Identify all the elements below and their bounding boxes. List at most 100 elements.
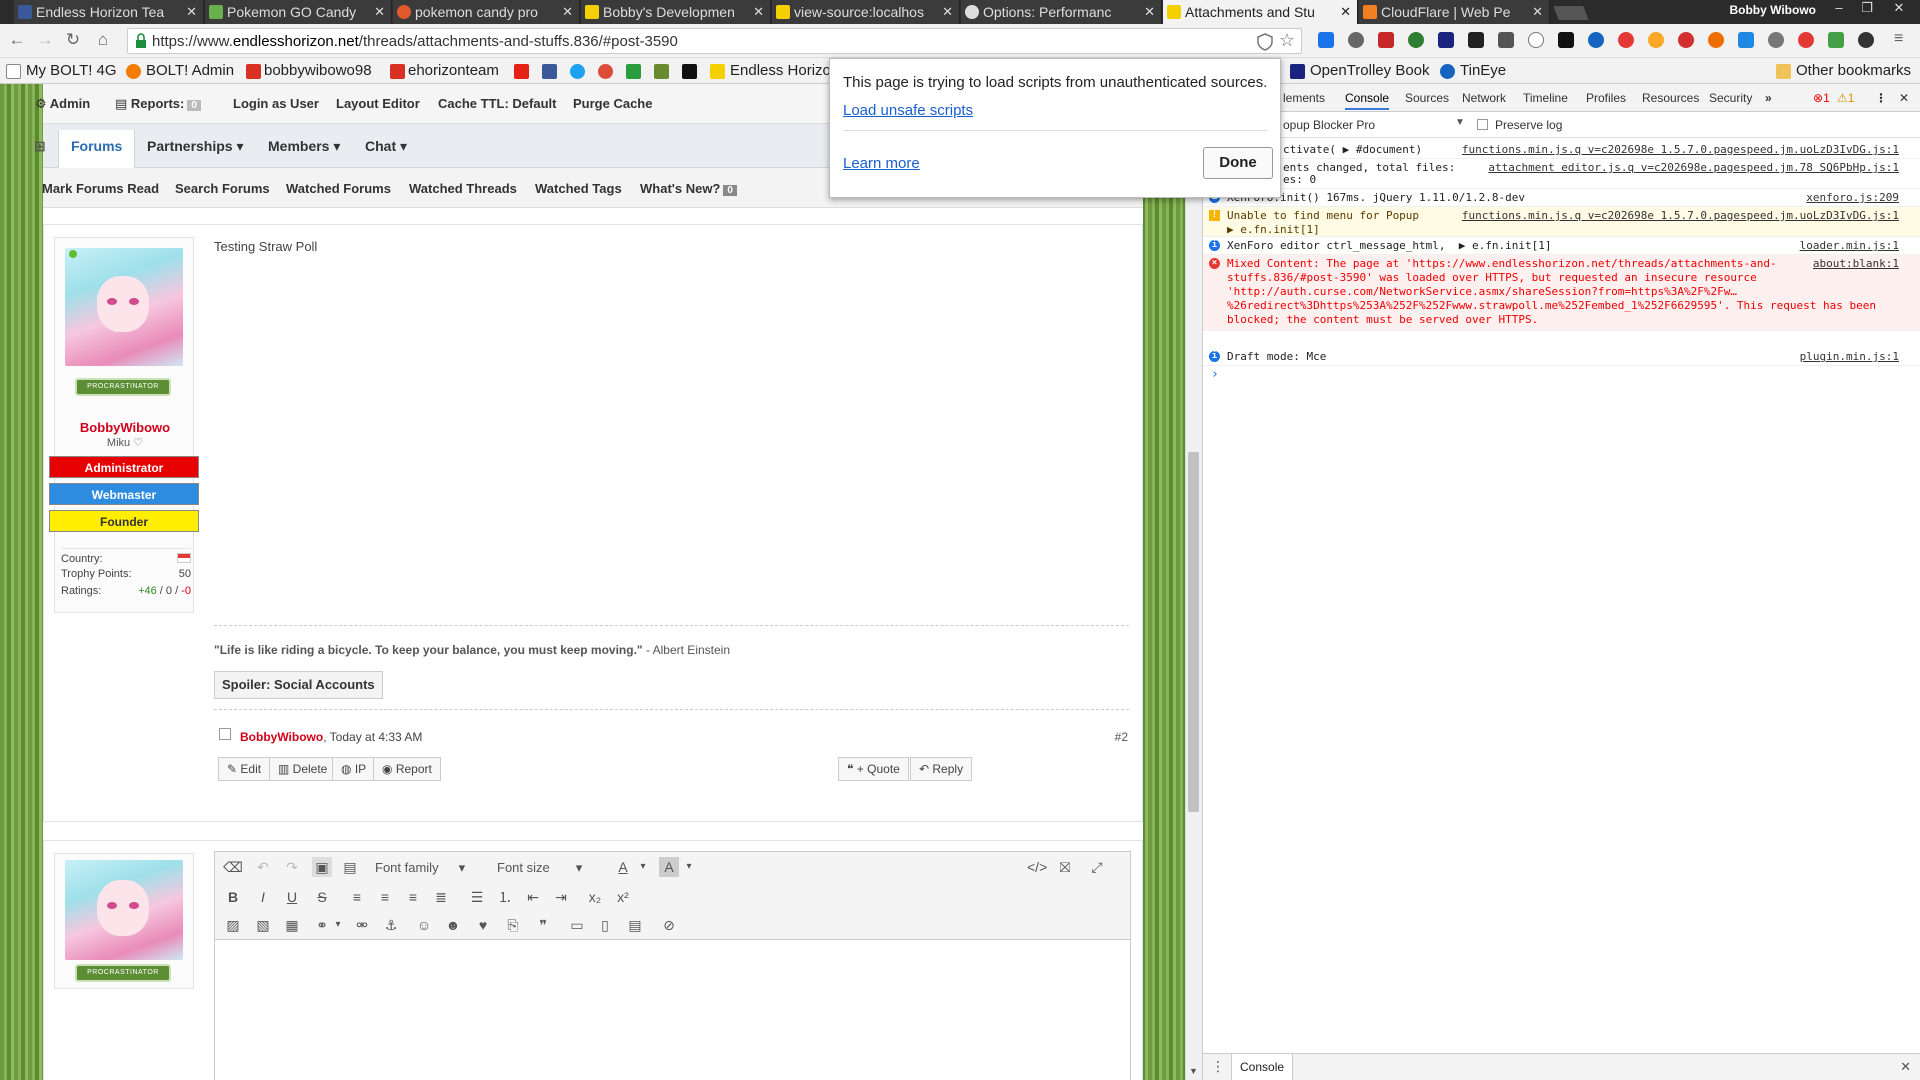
- tab-partnerships[interactable]: Partnerships ▾: [147, 138, 244, 155]
- adblock-icon[interactable]: [1678, 32, 1694, 48]
- layout-editor-link[interactable]: Layout Editor: [336, 96, 420, 111]
- edit-button[interactable]: ✎ Edit: [218, 757, 271, 781]
- gallery-icon[interactable]: ▧: [253, 915, 273, 935]
- bookmark-item[interactable]: ehorizonteam: [408, 62, 499, 79]
- tab-elements[interactable]: lements: [1283, 91, 1325, 105]
- page-icon[interactable]: ▯: [595, 915, 615, 935]
- tab-network[interactable]: Network: [1462, 91, 1506, 105]
- purge-cache-link[interactable]: Purge Cache: [573, 96, 652, 111]
- template-icon[interactable]: ▭: [567, 915, 587, 935]
- sitemap-icon[interactable]: ⊞: [34, 138, 46, 155]
- shield-icon[interactable]: [1257, 33, 1273, 51]
- restore-icon[interactable]: ❐: [1854, 0, 1880, 18]
- reply-button[interactable]: ↶ Reply: [910, 757, 973, 781]
- minimize-icon[interactable]: –: [1826, 0, 1852, 18]
- tab-profiles[interactable]: Profiles: [1586, 91, 1626, 105]
- extension-icon[interactable]: [1318, 32, 1334, 48]
- mark-forums-read-link[interactable]: Mark Forums Read: [42, 181, 159, 196]
- bookmark-item[interactable]: BOLT! Admin: [146, 62, 234, 79]
- google-plus-icon[interactable]: [598, 64, 613, 79]
- more-tabs-icon[interactable]: »: [1765, 91, 1772, 105]
- context-select[interactable]: opup Blocker Pro: [1283, 118, 1375, 132]
- undo-icon[interactable]: ↶: [253, 857, 273, 877]
- tab-timeline[interactable]: Timeline: [1523, 91, 1568, 105]
- forward-icon[interactable]: →: [34, 29, 56, 51]
- extension-icon[interactable]: [1648, 32, 1664, 48]
- preserve-log-checkbox[interactable]: [1477, 119, 1488, 130]
- browser-tab[interactable]: view-source:localhos ✕: [772, 0, 960, 24]
- align-center-icon[interactable]: ≡: [375, 887, 395, 907]
- image-icon[interactable]: ▨: [223, 915, 243, 935]
- reload-icon[interactable]: ↻: [62, 29, 84, 51]
- extension-icon[interactable]: [1378, 32, 1394, 48]
- source-link[interactable]: xenforo.js:209: [1806, 191, 1899, 204]
- post-author-link[interactable]: BobbyWibowo: [240, 730, 323, 744]
- extension-icon[interactable]: [1468, 32, 1484, 48]
- subscript-icon[interactable]: x₂: [585, 887, 605, 907]
- hide-icon[interactable]: ⊘: [659, 915, 679, 935]
- login-as-user-link[interactable]: Login as User: [233, 96, 319, 111]
- browser-tab[interactable]: Options: Performanc ✕: [961, 0, 1162, 24]
- chevron-down-icon[interactable]: ▾: [633, 857, 653, 877]
- align-left-icon[interactable]: ≡: [347, 887, 367, 907]
- tab-sources[interactable]: Sources: [1405, 91, 1449, 105]
- align-justify-icon[interactable]: ≣: [431, 887, 451, 907]
- anchor-icon[interactable]: ⚓: [381, 915, 401, 935]
- close-icon[interactable]: ✕: [1532, 0, 1543, 24]
- cache-ttl-link[interactable]: Cache TTL: Default: [438, 96, 556, 111]
- username[interactable]: BobbyWibowo: [55, 420, 195, 435]
- extension-icon[interactable]: [1348, 32, 1364, 48]
- avatar[interactable]: [65, 860, 183, 960]
- other-bookmarks[interactable]: Other bookmarks: [1796, 62, 1911, 79]
- menu-icon[interactable]: ≡: [1894, 30, 1903, 48]
- site-icon[interactable]: [654, 64, 669, 79]
- watched-threads-link[interactable]: Watched Threads: [409, 181, 517, 196]
- watched-forums-link[interactable]: Watched Forums: [286, 181, 391, 196]
- bookmark-item[interactable]: My BOLT! 4G: [26, 62, 117, 79]
- learn-more-link[interactable]: Learn more: [843, 155, 920, 172]
- ip-button[interactable]: ◍ IP: [332, 757, 376, 781]
- bookmark-item[interactable]: Endless Horizon: [730, 62, 839, 79]
- heart-icon[interactable]: ♥: [473, 915, 493, 935]
- eraser-icon[interactable]: ⌫: [223, 857, 243, 877]
- chevron-down-icon[interactable]: ▼: [1455, 117, 1465, 128]
- numbered-list-icon[interactable]: ⒈: [495, 887, 515, 907]
- load-unsafe-scripts-link[interactable]: Load unsafe scripts: [843, 102, 973, 119]
- table-icon[interactable]: ▤: [625, 915, 645, 935]
- close-devtools-icon[interactable]: ✕: [1899, 91, 1909, 105]
- browser-tab[interactable]: pokemon candy pro ✕: [393, 0, 580, 24]
- extension-icon[interactable]: [1828, 32, 1844, 48]
- close-icon[interactable]: ✕: [1340, 0, 1351, 24]
- spoiler-button[interactable]: Spoiler: Social Accounts: [214, 671, 383, 699]
- address-bar[interactable]: https://www.endlesshorizon.net/threads/a…: [127, 28, 1302, 54]
- code-block-icon[interactable]: ⎘: [503, 915, 523, 935]
- source-code-icon[interactable]: </>: [1027, 857, 1047, 877]
- reports-link[interactable]: ▤ Reports: 0: [115, 96, 201, 112]
- extension-icon[interactable]: [1438, 32, 1454, 48]
- close-icon[interactable]: ✕: [753, 0, 764, 24]
- font-family-select[interactable]: Font family ▾: [375, 860, 465, 876]
- warning-counter[interactable]: ⚠1: [1837, 91, 1854, 105]
- extension-icon[interactable]: [1708, 32, 1724, 48]
- font-size-select[interactable]: Font size ▾: [497, 860, 582, 876]
- kebab-menu-icon[interactable]: ⋮: [1875, 91, 1887, 105]
- browser-tab[interactable]: Endless Horizon Tea ✕: [14, 0, 204, 24]
- extension-icon[interactable]: [1408, 32, 1424, 48]
- report-button[interactable]: ◉ Report: [373, 757, 441, 781]
- tab-members[interactable]: Members ▾: [268, 138, 340, 155]
- source-link[interactable]: functions.min.js.q v=c202698e 1.5.7.0.pa…: [1462, 209, 1899, 222]
- close-icon[interactable]: ✕: [562, 0, 573, 24]
- editor-text-area[interactable]: [215, 940, 1130, 1080]
- delete-button[interactable]: ▥ Delete: [269, 757, 337, 781]
- italic-icon[interactable]: I: [253, 887, 273, 907]
- smiley-icon[interactable]: ☺: [414, 915, 434, 935]
- extension-icon[interactable]: [1498, 32, 1514, 48]
- drive-icon[interactable]: [626, 64, 641, 79]
- close-icon[interactable]: ✕: [1144, 0, 1155, 24]
- extension-icon[interactable]: [1558, 32, 1574, 48]
- cloud-icon[interactable]: [1528, 32, 1544, 48]
- source-link[interactable]: plugin.min.js:1: [1800, 350, 1899, 363]
- new-tab-button[interactable]: [1553, 6, 1589, 20]
- redo-icon[interactable]: ↷: [282, 857, 302, 877]
- youtube-icon[interactable]: [514, 64, 529, 79]
